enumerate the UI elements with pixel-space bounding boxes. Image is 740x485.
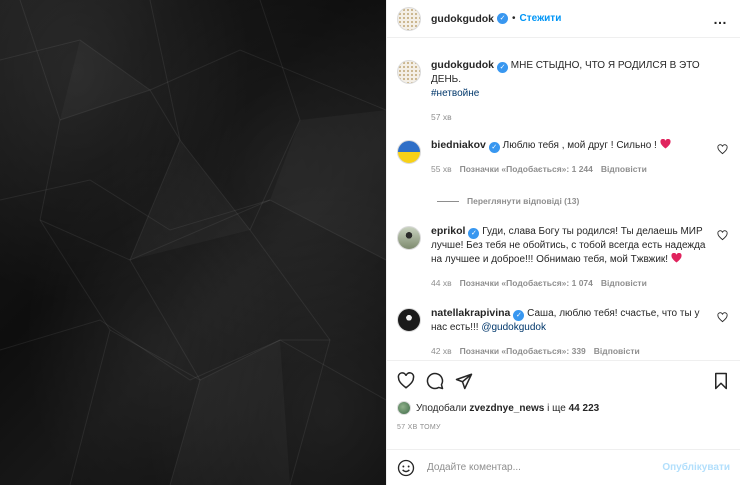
view-replies-line: [437, 200, 459, 202]
post-actions: Уподобали zvezdnye_news і ще 44 223 57 Х…: [387, 360, 740, 431]
likes-prefix: Уподобали: [416, 402, 467, 414]
comment-meta: 42 хв Позначки «Подобається»: 339 Відпов…: [431, 344, 711, 358]
follow-button[interactable]: Стежити: [520, 13, 562, 24]
comment-bubble-icon[interactable]: [426, 372, 444, 390]
caption-username[interactable]: gudokgudok: [431, 59, 494, 71]
comment-avatar[interactable]: [397, 140, 421, 164]
post-timestamp: 57 ХВ ТОМУ: [397, 424, 441, 431]
verified-icon: ✓: [497, 62, 508, 73]
post-image[interactable]: [0, 0, 386, 485]
add-comment-bar: Опублікувати: [387, 449, 740, 485]
author-avatar[interactable]: [397, 6, 421, 31]
caption: gudokgudok ✓ МНЕ СТЫДНО, ЧТО Я РОДИЛСЯ В …: [397, 58, 730, 124]
share-paper-plane-icon[interactable]: [455, 372, 473, 390]
like-comment-heart-icon[interactable]: [717, 312, 728, 323]
emoji-smiley-icon[interactable]: [397, 459, 415, 477]
mention-link[interactable]: @gudokgudok: [481, 322, 546, 333]
reply-button[interactable]: Відповісти: [601, 162, 647, 176]
comment-text: Люблю тебя , мой друг ! Сильно !: [502, 140, 657, 151]
hashtag-link[interactable]: #нетвойне: [431, 88, 479, 99]
red-heart-emoji-icon: [671, 252, 682, 263]
comment-username[interactable]: eprikol: [431, 225, 465, 237]
author-username[interactable]: gudokgudok: [431, 13, 494, 25]
reply-button[interactable]: Відповісти: [601, 276, 647, 290]
comment-avatar[interactable]: [397, 226, 421, 250]
comment: biedniakov ✓ Люблю тебя , мой друг ! Силь…: [397, 138, 730, 176]
caption-avatar[interactable]: [397, 60, 421, 84]
comment-time: 42 хв: [431, 346, 452, 356]
save-bookmark-icon[interactable]: [712, 372, 730, 390]
view-replies-label: Переглянути відповіді (13): [467, 196, 580, 206]
likes-middle: і ще: [547, 402, 566, 414]
comment-likes[interactable]: Позначки «Подобається»: 1 074: [460, 276, 593, 290]
comment-meta: 44 хв Позначки «Подобається»: 1 074 Відп…: [431, 276, 711, 290]
more-options-icon[interactable]: …: [713, 11, 728, 27]
comment-likes[interactable]: Позначки «Подобається»: 339: [460, 344, 586, 358]
caption-time: 57 хв: [431, 112, 452, 122]
liker-avatar: [397, 401, 411, 415]
comment-username[interactable]: biedniakov: [431, 139, 486, 151]
verified-icon: ✓: [497, 13, 508, 24]
reply-button[interactable]: Відповісти: [594, 344, 640, 358]
comment-time: 55 хв: [431, 164, 452, 174]
verified-icon: ✓: [468, 228, 480, 239]
view-replies-button[interactable]: Переглянути відповіді (13): [437, 196, 730, 206]
like-comment-heart-icon[interactable]: [717, 144, 728, 155]
separator-dot: •: [512, 13, 516, 24]
comment-likes[interactable]: Позначки «Подобається»: 1 244: [460, 162, 593, 176]
likes-count[interactable]: 44 223: [569, 403, 600, 414]
verified-icon: ✓: [513, 310, 525, 321]
comment: eprikol ✓ Гуди, слава Богу ты родился! Ты…: [397, 224, 730, 290]
comments-list[interactable]: gudokgudok ✓ МНЕ СТЫДНО, ЧТО Я РОДИЛСЯ В …: [387, 38, 740, 360]
post-panel: gudokgudok ✓ • Стежити … gudokgudok ✓ МНЕ…: [386, 0, 740, 485]
red-heart-emoji-icon: [660, 138, 671, 149]
comment: natellakrapivina ✓ Саша, люблю тебя! счас…: [397, 306, 730, 358]
publish-button[interactable]: Опублікувати: [662, 462, 730, 473]
liker-username[interactable]: zvezdnye_news: [469, 403, 544, 414]
post-header: gudokgudok ✓ • Стежити …: [387, 0, 740, 38]
comment-input[interactable]: [427, 462, 663, 473]
caption-meta: 57 хв: [431, 110, 711, 124]
comment-time: 44 хв: [431, 278, 452, 288]
comment-avatar[interactable]: [397, 308, 421, 332]
action-icons: [397, 361, 730, 401]
likes-summary[interactable]: Уподобали zvezdnye_news і ще 44 223: [397, 401, 730, 415]
comment-username[interactable]: natellakrapivina: [431, 307, 510, 319]
comment-meta: 55 хв Позначки «Подобається»: 1 244 Відп…: [431, 162, 711, 176]
like-comment-heart-icon[interactable]: [717, 230, 728, 241]
verified-icon: ✓: [488, 142, 500, 153]
crumpled-paper-texture: [0, 0, 386, 485]
like-heart-icon[interactable]: [397, 372, 415, 390]
